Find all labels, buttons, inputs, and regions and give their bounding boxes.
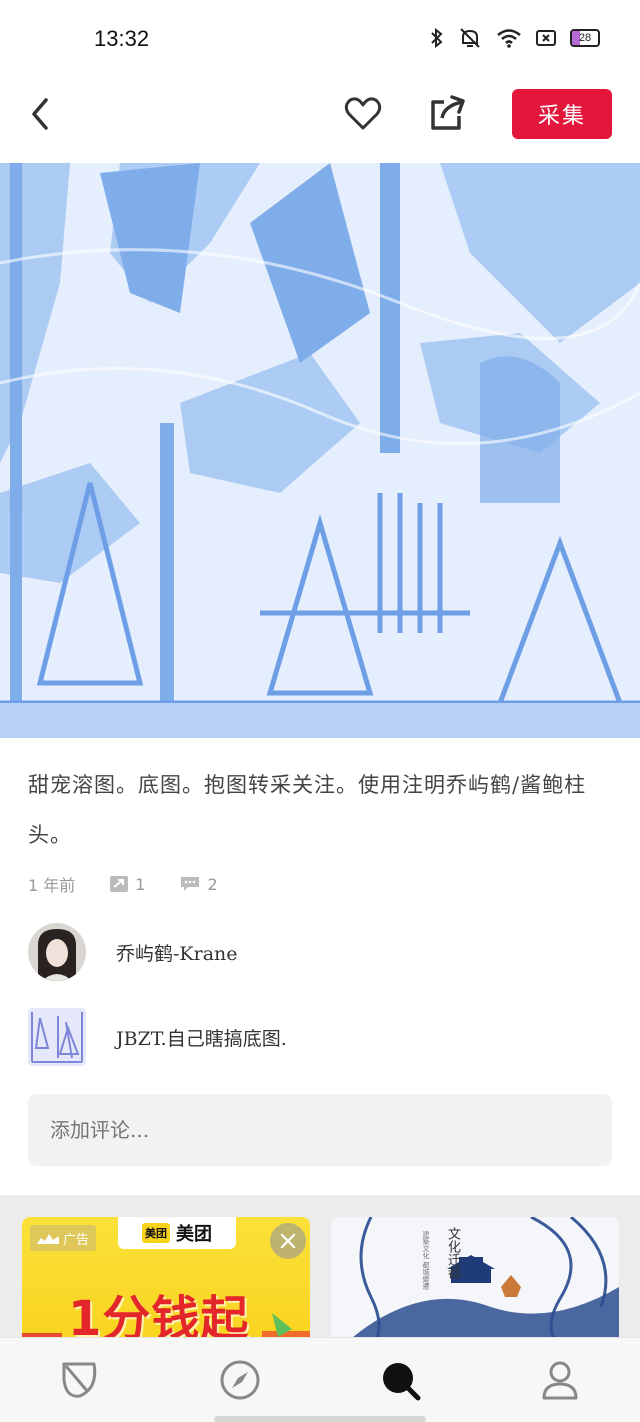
art-title: 文化迁都 xyxy=(445,1227,460,1279)
pin-description: 甜宠溶图。底图。抱图转采关注。使用注明乔屿鹤/酱鲍柱头。 xyxy=(28,773,587,847)
ad-brand: 美团 美团 xyxy=(118,1217,236,1249)
comment-stat[interactable]: 2 xyxy=(179,874,218,894)
author-row[interactable]: 乔屿鹤-Krane xyxy=(28,923,618,981)
mute-bell-icon xyxy=(460,28,480,48)
board-row[interactable]: JBZT.自己瞎搞底图. xyxy=(28,1008,618,1066)
bluetooth-icon xyxy=(431,28,443,48)
close-icon xyxy=(280,1233,296,1249)
author-name[interactable]: 乔屿鹤-Krane xyxy=(116,939,238,966)
art-card[interactable]: 文化迁都 建築文化 都城變遷 xyxy=(331,1217,619,1337)
ad-brand-name: 美团 xyxy=(176,1224,212,1245)
board-name[interactable]: JBZT.自己瞎搞底图. xyxy=(116,1024,287,1051)
pin-image[interactable] xyxy=(0,163,640,738)
status-time: 13:32 xyxy=(94,26,150,51)
ad-tag-label: 广告 xyxy=(62,1232,89,1248)
avatar-image xyxy=(28,923,86,981)
ad-close-button[interactable] xyxy=(270,1223,306,1259)
screenshot-icon xyxy=(536,30,556,46)
pin-image-art xyxy=(0,163,640,738)
ad-tag: 广告 xyxy=(30,1225,96,1251)
pin-time: 1 年前 xyxy=(28,872,75,896)
repin-count: 1 xyxy=(135,874,146,894)
search-icon[interactable] xyxy=(378,1358,422,1402)
collect-button[interactable]: 采集 xyxy=(512,89,612,139)
back-arrow-icon[interactable] xyxy=(26,94,56,134)
board-thumbnail[interactable] xyxy=(28,1008,86,1066)
pin-meta: 1 年前 1 2 xyxy=(28,870,252,898)
meituan-logo: 美团 xyxy=(142,1223,170,1243)
comment-bubble-icon xyxy=(181,877,200,891)
battery-level: 28 xyxy=(578,32,592,44)
bottom-nav xyxy=(0,1337,640,1422)
related-feed: 广告 美团 美团 1分钱起 文化迁都 建築文化 都城變遷 xyxy=(0,1195,640,1337)
gift-decoration xyxy=(22,1313,310,1337)
ad-card[interactable]: 广告 美团 美团 1分钱起 xyxy=(22,1217,310,1337)
wave-icon xyxy=(36,1234,59,1244)
art-card-image xyxy=(331,1217,619,1337)
wifi-icon xyxy=(497,29,521,48)
leaf-icon[interactable] xyxy=(58,1358,102,1402)
compass-icon[interactable] xyxy=(218,1358,262,1402)
time-ago: 1 年前 xyxy=(28,876,76,895)
board-thumbnail-image xyxy=(28,1008,86,1066)
profile-icon[interactable] xyxy=(538,1358,582,1402)
repin-icon xyxy=(110,876,129,892)
top-nav: 采集 xyxy=(0,80,640,164)
avatar[interactable] xyxy=(28,923,86,981)
heart-icon[interactable] xyxy=(344,96,382,132)
art-subtitle: 建築文化 都城變遷 xyxy=(422,1231,430,1290)
home-indicator[interactable] xyxy=(214,1416,426,1422)
share-icon[interactable] xyxy=(428,94,468,132)
status-icons: 28 xyxy=(430,27,600,49)
status-bar: 13:32 28 xyxy=(0,0,640,80)
battery-icon: 28 xyxy=(570,29,600,47)
repin-stat[interactable]: 1 xyxy=(109,875,145,894)
comment-count: 2 xyxy=(207,874,218,894)
comment-input[interactable] xyxy=(28,1094,612,1166)
